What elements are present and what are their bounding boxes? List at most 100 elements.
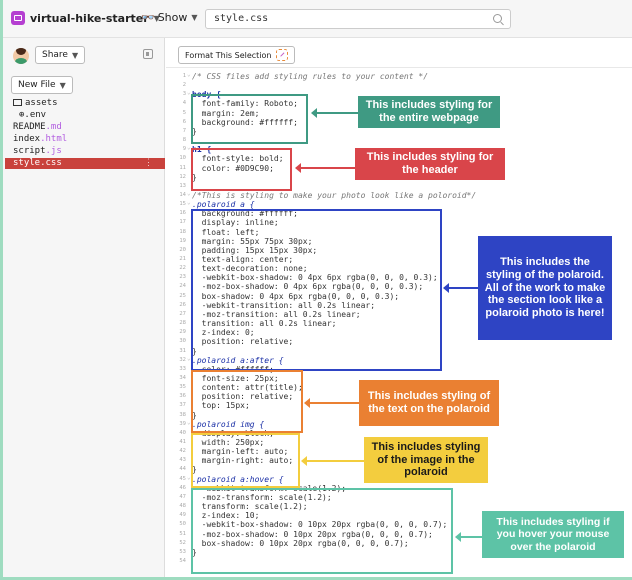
line-number: 20 [179,246,186,253]
line-number: 48 [179,503,186,510]
annotation-arrow-h1 [295,163,355,173]
line-number: 11 [179,164,186,171]
line-number: 39 [179,420,186,427]
line-number: 42 [179,448,186,455]
line-number: 51 [179,530,186,537]
annotation-box-body [191,94,308,144]
line-number: 16 [179,210,186,217]
line-number: 17 [179,219,186,226]
file-name: README [13,122,46,132]
line-number: 30 [179,338,186,345]
line-number: 46 [179,484,186,491]
format-selection-button[interactable]: Format This Selection [178,46,295,64]
line-number: 9 [182,146,186,153]
file-name: ⊕.env [19,110,47,120]
line-number: 10 [179,155,186,162]
show-menu[interactable]: 👓 Show ▼ [141,11,198,24]
line-number: 29 [179,329,186,336]
line-number: 12 [179,173,186,180]
file-tree-item[interactable]: index.html [11,134,165,145]
line-number: 43 [179,457,186,464]
file-tree-item[interactable]: ⊕.env [11,110,165,121]
line-number: 22 [179,265,186,272]
annotation-callout-polaroid: This includes the styling of the polaroi… [478,236,612,340]
line-number: 38 [179,411,186,418]
annotation-arrow-body [311,108,358,118]
line-number: 21 [179,256,186,262]
line-number: 18 [179,228,186,235]
code-line: 15 ⌄ .polaroid a { [166,198,626,210]
annotation-arrow-after [304,398,359,408]
code-text: /*This is styling to make your photo loo… [192,190,477,200]
code-text: .polaroid a { [192,200,255,210]
glasses-icon: 👓 [141,11,155,24]
code-text: /* CSS files add styling rules to your c… [192,72,429,81]
file-search-value: style.css [214,13,269,24]
code-line: 1 ⌄/* CSS files add styling rules to your… [166,70,626,81]
project-icon [11,11,25,25]
line-number: 8 [182,137,186,144]
line-number: 3 [182,91,186,98]
line-number: 41 [179,439,186,445]
fold-toggle-icon[interactable]: ⌄ [187,70,191,79]
annotation-box-h1 [191,148,292,191]
line-number: 5 [182,109,186,116]
file-name: assets [25,98,58,108]
line-number: 7 [182,127,186,134]
line-number: 32 [179,356,186,363]
line-number: 54 [179,557,186,564]
file-tree-item[interactable]: README.md [11,122,165,133]
line-number: 13 [179,182,186,189]
file-tree-item[interactable]: style.css ⋮ [5,158,165,169]
chevron-down-icon: ▼ [59,80,66,90]
file-tree: assets ⊕.env README.md index.html script.js s… [5,98,165,170]
line-number: 49 [179,512,186,519]
annotation-box-img [191,433,300,488]
code-line: 2 [166,81,626,90]
project-name: virtual-hike-starter [30,11,149,25]
line-number: 27 [179,310,186,317]
annotation-box-hover [191,488,453,574]
line-number: 15 [179,201,186,208]
project-menu[interactable]: virtual-hike-starter ▼ [11,11,160,25]
line-number: 40 [179,429,186,436]
annotation-box-polaroid [191,209,442,371]
line-number: 37 [179,402,186,409]
line-number: 25 [179,292,186,299]
line-number: 34 [179,374,186,381]
annotation-callout-body: This includes styling for the entire web… [358,96,500,128]
folder-icon [13,99,22,106]
line-number: 50 [179,521,186,528]
annotation-callout-img: This includes styling of the image in th… [364,437,488,483]
line-number: 1 [182,73,186,79]
annotation-callout-hover: This includes styling if you hover your … [482,511,624,558]
line-number: 52 [179,539,186,546]
file-search-input[interactable]: style.css [205,9,511,29]
annotation-callout-h1: This includes styling for the header [355,148,505,180]
line-number: 4 [182,100,186,107]
line-number: 28 [179,320,186,327]
code-line: 14 ⌄/*This is styling to make your photo … [166,190,626,200]
file-tree-item[interactable]: script.js [11,146,165,157]
file-name: script [13,146,46,156]
fold-toggle-icon[interactable]: ⌄ [187,198,191,207]
annotation-callout-after: This includes styling of the text on the… [359,380,499,426]
top-bar: virtual-hike-starter ▼ 👓 Show ▼ style.cs… [3,0,632,38]
new-file-button[interactable]: New File ▼ [11,76,73,94]
collapse-sidebar-icon[interactable] [143,49,153,59]
line-number: 47 [179,493,186,500]
new-file-label: New File [18,80,56,90]
file-tree-item[interactable]: assets [11,98,165,109]
search-icon [493,14,502,23]
line-number: 36 [179,393,186,400]
show-label: Show [157,11,188,24]
annotation-arrow-hover [455,532,482,542]
avatar[interactable] [13,48,29,64]
line-number: 35 [179,384,186,391]
share-button[interactable]: Share ▼ [35,46,86,64]
file-name: style.css [13,158,62,168]
file-options-icon[interactable]: ⋮ [144,158,153,169]
line-number: 53 [179,548,186,555]
line-number: 24 [179,283,186,290]
line-number: 31 [179,347,186,354]
